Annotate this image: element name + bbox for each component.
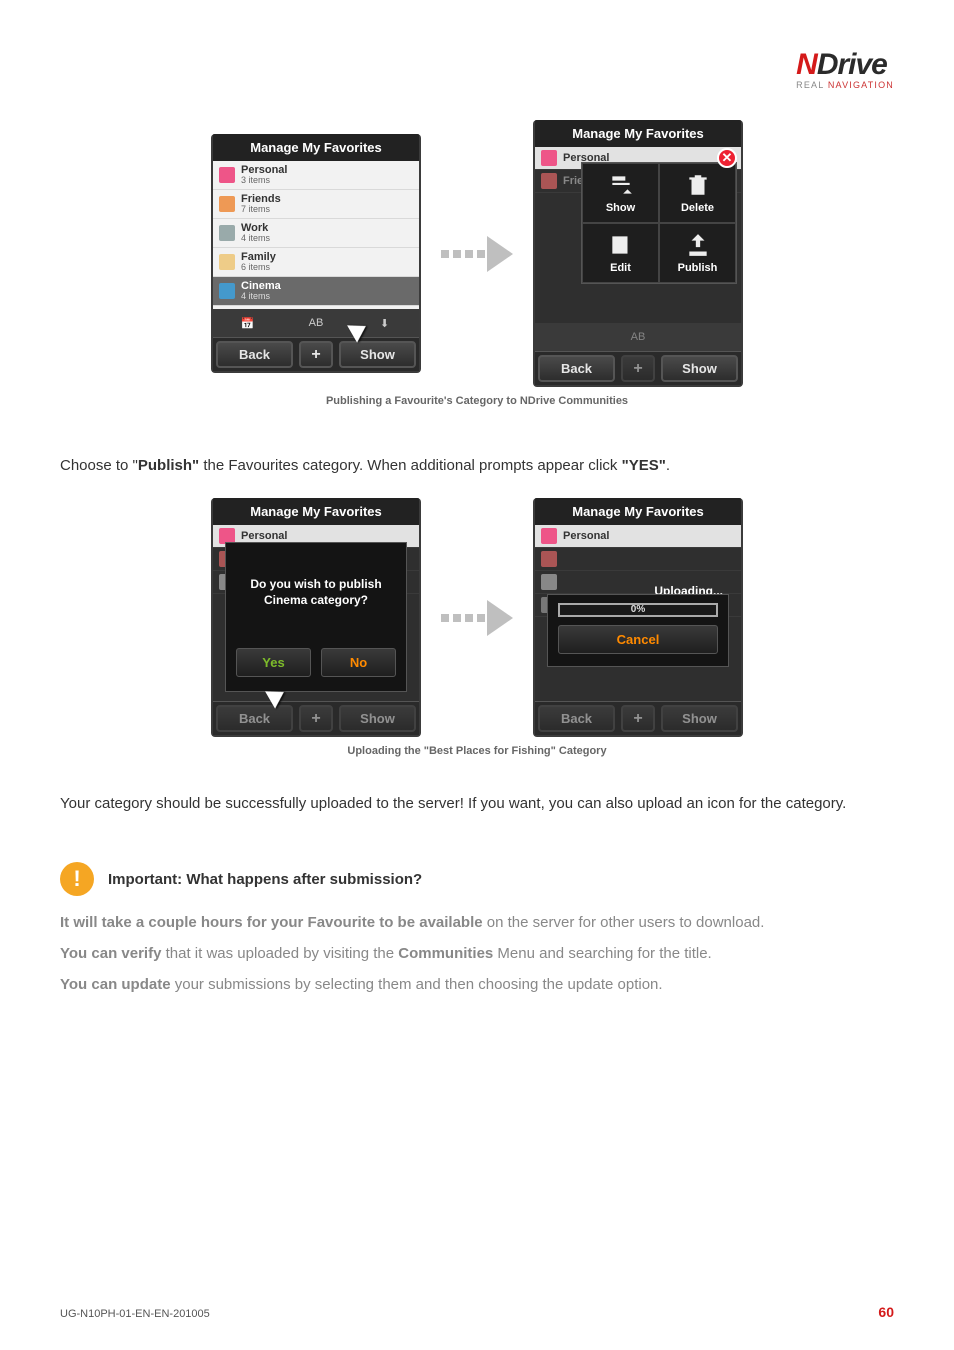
action-edit[interactable]: Edit xyxy=(582,223,659,283)
favorites-list: Personal3 items Friends7 items Work4 ite… xyxy=(213,161,419,309)
show-icon xyxy=(608,172,634,198)
publish-icon xyxy=(685,232,711,258)
body-text-2: Your category should be successfully upl… xyxy=(60,793,894,814)
brand-rest: Drive xyxy=(817,48,887,81)
phone-title: Manage My Favorites xyxy=(535,498,741,525)
show-button[interactable]: Show xyxy=(339,341,416,368)
list-item: Personal xyxy=(535,525,741,548)
yes-button[interactable]: Yes xyxy=(236,648,311,677)
popup-line: Do you wish to publish xyxy=(250,577,381,591)
sort-down-icon[interactable]: ⬇ xyxy=(370,317,400,330)
brand-prefix: N xyxy=(796,48,817,81)
important-title: Important: What happens after submission… xyxy=(108,871,422,888)
show-button[interactable]: Show xyxy=(339,705,416,732)
phone-title: Manage My Favorites xyxy=(213,134,419,161)
brand-tag-b: NAVIGATION xyxy=(828,80,894,90)
list-item xyxy=(535,548,741,571)
no-button[interactable]: No xyxy=(321,648,396,677)
page-number: 60 xyxy=(878,1304,894,1320)
sort-strip: 📅 AB ⬇ xyxy=(213,309,419,337)
page-footer: UG-N10PH-01-EN-EN-201005 60 xyxy=(60,1304,894,1320)
action-publish[interactable]: Publish xyxy=(659,223,736,283)
confirm-popup: Do you wish to publish Cinema category? … xyxy=(225,542,407,692)
progress-bar: 0% xyxy=(558,603,718,617)
back-button[interactable]: Back xyxy=(538,705,615,732)
brand-logo: NDrive REAL NAVIGATION xyxy=(796,48,894,90)
nav-bar: Back + Show xyxy=(213,337,419,371)
body-text-1: Choose to "Publish" the Favourites categ… xyxy=(60,455,894,476)
list-item[interactable]: Family6 items xyxy=(213,248,419,277)
transition-arrow-icon xyxy=(441,236,513,272)
show-button[interactable]: Show xyxy=(661,355,738,382)
delete-icon xyxy=(685,172,711,198)
edit-icon xyxy=(608,232,634,258)
action-show[interactable]: Show xyxy=(582,163,659,223)
figure-2-row: Manage My Favorites Personal Back + Show… xyxy=(60,498,894,737)
important-icon xyxy=(60,862,94,896)
list-item[interactable]: Work4 items xyxy=(213,219,419,248)
phone-title: Manage My Favorites xyxy=(213,498,419,525)
figure-1-row: Manage My Favorites Personal3 items Frie… xyxy=(60,120,894,387)
phone-1-left: Manage My Favorites Personal3 items Frie… xyxy=(211,134,421,373)
sort-alpha[interactable]: AB xyxy=(301,317,331,329)
action-delete[interactable]: Delete xyxy=(659,163,736,223)
add-button[interactable]: + xyxy=(299,705,333,732)
brand-tag-a: REAL xyxy=(796,80,824,90)
list-item[interactable]: Personal3 items xyxy=(213,161,419,190)
important-box: Important: What happens after submission… xyxy=(60,862,894,993)
cancel-button[interactable]: Cancel xyxy=(558,625,718,654)
back-button[interactable]: Back xyxy=(538,355,615,382)
nav-bar: Back + Show xyxy=(213,701,419,735)
show-button[interactable]: Show xyxy=(661,705,738,732)
nav-bar: Back + Show xyxy=(535,701,741,735)
sort-alpha: AB xyxy=(623,331,653,343)
back-button[interactable]: Back xyxy=(216,341,293,368)
popup-line: Cinema category? xyxy=(264,593,368,607)
phone-title: Manage My Favorites xyxy=(535,120,741,147)
sort-strip: AB xyxy=(535,323,741,351)
figure-2-caption: Uploading the "Best Places for Fishing" … xyxy=(60,745,894,757)
upload-box: 0% Cancel xyxy=(547,594,729,667)
add-button[interactable]: + xyxy=(299,341,333,368)
nav-bar: Back + Show xyxy=(535,351,741,385)
sort-date-icon[interactable]: 📅 xyxy=(232,317,262,330)
doc-id: UG-N10PH-01-EN-EN-201005 xyxy=(60,1308,210,1320)
transition-arrow-icon xyxy=(441,600,513,636)
add-button[interactable]: + xyxy=(621,355,655,382)
list-item[interactable]: Friends7 items xyxy=(213,190,419,219)
action-overlay: Show Delete Edit Publish xyxy=(581,162,737,284)
add-button[interactable]: + xyxy=(621,705,655,732)
figure-1-caption: Publishing a Favourite's Category to NDr… xyxy=(60,395,894,407)
list-item-selected[interactable]: Cinema4 items xyxy=(213,277,419,306)
back-button[interactable]: Back xyxy=(216,705,293,732)
close-icon[interactable]: ✕ xyxy=(717,148,737,168)
